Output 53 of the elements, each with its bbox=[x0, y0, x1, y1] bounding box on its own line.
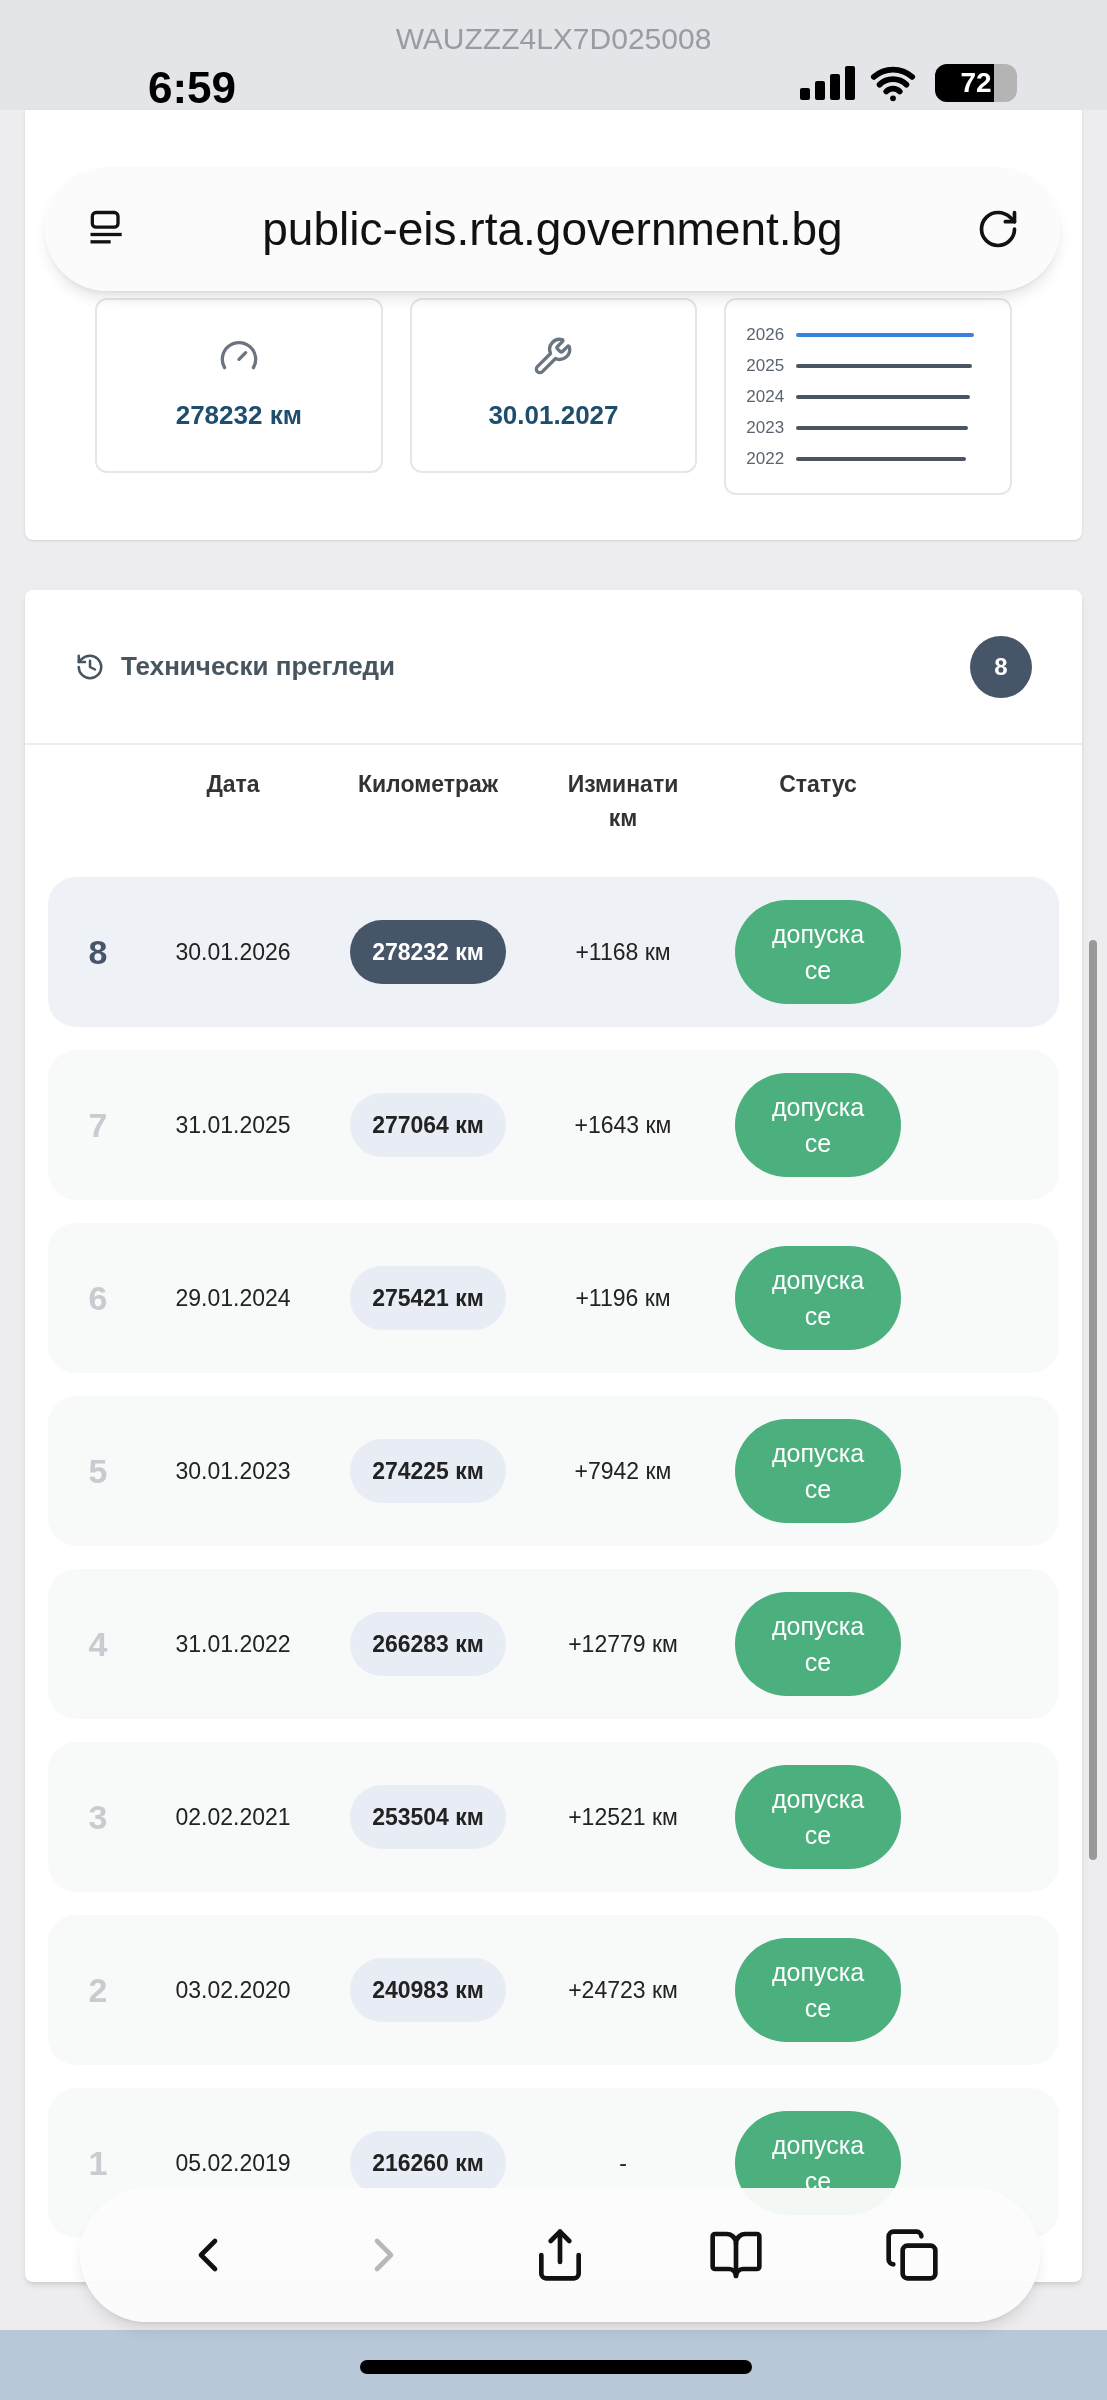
mileage-pill: 278232 км bbox=[350, 920, 506, 984]
distance-cell-text: +1168 км bbox=[575, 937, 671, 967]
count-badge: 8 bbox=[970, 635, 1032, 698]
column-header: Статус bbox=[779, 770, 857, 799]
date-cell-text: 30.01.2023 bbox=[175, 1456, 291, 1486]
mileage-pill: 277064 км bbox=[350, 1093, 506, 1157]
column-header: Изминати км bbox=[566, 770, 680, 833]
status-badge: допуска се bbox=[735, 900, 901, 1004]
address-bar[interactable]: public-eis.rta.government.bg bbox=[45, 167, 1060, 291]
distance-cell-text: +24723 км bbox=[568, 1975, 678, 2005]
status-badge: допуска се bbox=[735, 1073, 901, 1177]
mileage-value: 278232 км bbox=[175, 399, 302, 432]
year-label: 2026 bbox=[746, 324, 785, 346]
date-cell-text: 29.01.2024 bbox=[175, 1283, 291, 1313]
battery-indicator: 72 bbox=[935, 64, 1017, 102]
distance-cell-text: +12521 км bbox=[568, 1802, 678, 1832]
status-badge: допуска се bbox=[735, 1419, 901, 1523]
section-title: Технически прегледи bbox=[121, 650, 396, 683]
mileage-pill: 274225 км bbox=[350, 1439, 506, 1503]
status-badge: допуска се bbox=[735, 1765, 901, 1869]
url-text: public-eis.rta.government.bg bbox=[262, 201, 843, 257]
row-number: 8 bbox=[88, 931, 108, 973]
year-label: 2023 bbox=[746, 417, 785, 439]
year-label: 2022 bbox=[746, 448, 785, 470]
mileage-pill: 275421 км bbox=[350, 1266, 506, 1330]
distance-cell-text: +1643 км bbox=[574, 1110, 672, 1140]
status-badge: допуска се bbox=[735, 1592, 901, 1696]
distance-cell-text: - bbox=[619, 2148, 627, 2178]
vin-text: WAUZZZ4LX7D025008 bbox=[394, 21, 713, 57]
status-badge: допуска се bbox=[735, 1938, 901, 2042]
column-header: Дата bbox=[206, 770, 260, 799]
signal-icon bbox=[800, 66, 856, 100]
date-cell-text: 02.02.2021 bbox=[175, 1802, 291, 1832]
date-cell-text: 30.01.2026 bbox=[175, 937, 291, 967]
tabs-icon bbox=[884, 2227, 940, 2283]
date-cell-text: 05.02.2019 bbox=[175, 2148, 291, 2178]
distance-cell-text: +12779 км bbox=[568, 1629, 678, 1659]
year-label: 2024 bbox=[746, 386, 785, 408]
inspection-row[interactable]: 8 30.01.2026 278232 км +1168 км допуска се bbox=[48, 877, 1059, 1027]
mileage-pill: 266283 км bbox=[350, 1612, 506, 1676]
column-header: Километраж bbox=[357, 770, 499, 799]
year-label: 2025 bbox=[746, 355, 785, 377]
next-inspection-date: 30.01.2027 bbox=[488, 399, 619, 432]
date-cell-text: 03.02.2020 bbox=[175, 1975, 291, 2005]
mileage-pill: 253504 км bbox=[350, 1785, 506, 1849]
mileage-pill: 240983 км bbox=[350, 1958, 506, 2022]
distance-cell-text: +1196 км bbox=[575, 1283, 671, 1313]
status-badge: допуска се bbox=[735, 1246, 901, 1350]
date-cell-text: 31.01.2025 bbox=[175, 1110, 291, 1140]
wrench-icon bbox=[533, 336, 574, 376]
date-cell-text: 31.01.2022 bbox=[175, 1629, 291, 1659]
clock: 6:59 bbox=[148, 62, 237, 114]
distance-cell-text: +7942 км bbox=[574, 1456, 672, 1486]
